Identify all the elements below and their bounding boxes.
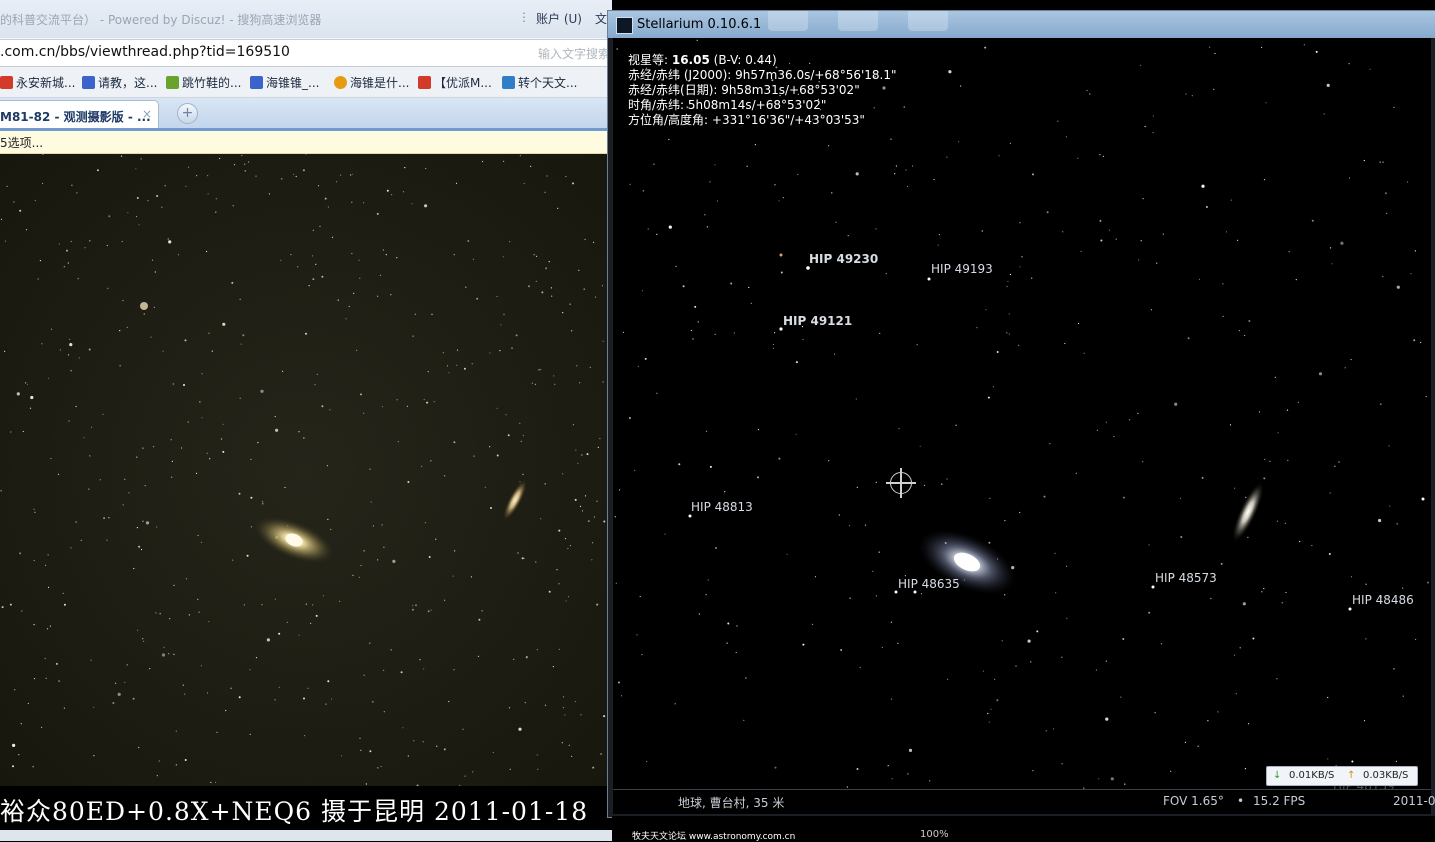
menu-grip-icon: ⋮ xyxy=(518,10,530,24)
account-menu[interactable]: 账户 (U) xyxy=(536,10,582,27)
network-speed-widget: ↓ 0.01KB/S ↑ 0.03KB/S xyxy=(1266,766,1418,786)
star-label[interactable]: HIP 49193 xyxy=(931,262,993,276)
fps-text: 15.2 FPS xyxy=(1253,794,1306,808)
close-icon[interactable]: × xyxy=(142,107,152,121)
favorite-item[interactable]: 永安新城... xyxy=(0,74,75,91)
upload-arrow-icon: ↑ xyxy=(1347,770,1356,781)
titlebar-reflection xyxy=(908,11,948,31)
favorite-icon xyxy=(82,76,95,89)
favorite-item[interactable]: 转个天文... xyxy=(502,74,577,91)
star-label[interactable]: HIP 48813 xyxy=(691,500,753,514)
favorite-icon xyxy=(502,76,515,89)
info-radec-date: 赤经/赤纬(日期): 9h58m31s/+68°53'02" xyxy=(628,83,860,97)
date-text: 2011-0 xyxy=(1393,794,1435,808)
address-bar[interactable]: .com.cn/bbs/viewthread.php?tid=169510 输入… xyxy=(0,39,612,67)
favorite-icon xyxy=(418,76,431,89)
info-radec-j2000: 赤经/赤纬 (J2000): 9h57m36.0s/+68°56'18.1" xyxy=(628,68,897,82)
file-menu[interactable]: 文 xyxy=(595,10,607,27)
star-label[interactable]: HIP 48635 xyxy=(898,577,960,591)
crosshair-reticle-icon xyxy=(886,468,916,498)
info-magnitude: 视星等: 16.05 (B-V: 0.44) xyxy=(628,53,777,67)
sky-view[interactable]: 视星等: 16.05 (B-V: 0.44) 赤经/赤纬 (J2000): 9h… xyxy=(613,38,1431,789)
window-title: Stellarium 0.10.6.1 xyxy=(637,17,762,32)
object-info-panel: 视星等: 16.05 (B-V: 0.44) 赤经/赤纬 (J2000): 9h… xyxy=(628,53,897,128)
notification-bar[interactable]: 5选项... xyxy=(0,131,612,154)
watermark-site: 牧夫天文论坛 www.astronomy.com.cn xyxy=(632,832,796,842)
search-input[interactable]: 输入文字搜索 xyxy=(538,45,610,62)
stellarium-titlebar[interactable]: Stellarium 0.10.6.1 xyxy=(608,11,1435,38)
titlebar-reflection xyxy=(838,11,878,31)
info-hour-angle: 时角/赤纬: 5h08m14s/+68°53'02" xyxy=(628,98,827,112)
fov-text: FOV 1.65° xyxy=(1163,794,1224,808)
star-label[interactable]: HIP 48573 xyxy=(1155,571,1217,585)
favorite-item[interactable]: 海锥锥_... xyxy=(250,74,319,91)
browser-window: 的科普交流平台） - Powered by Discuz! - 搜狗高速浏览器 … xyxy=(0,0,612,841)
favorite-item[interactable]: 【优派M... xyxy=(418,74,492,91)
new-tab-button[interactable]: + xyxy=(177,103,198,124)
browser-titlebar: 的科普交流平台） - Powered by Discuz! - 搜狗高速浏览器 … xyxy=(0,0,612,38)
separator-dot: • xyxy=(1237,794,1245,808)
download-arrow-icon: ↓ xyxy=(1273,770,1282,781)
star-label[interactable]: HIP 49121 xyxy=(783,314,852,328)
notification-text[interactable]: 5选项... xyxy=(0,134,43,151)
favorite-icon xyxy=(250,76,263,89)
upload-speed: 0.03KB/S xyxy=(1363,770,1409,781)
favorite-item[interactable]: 跳竹鞋的... xyxy=(166,74,241,91)
tab-strip: M81-82 - 观测摄影版 - ... × + xyxy=(0,98,612,129)
location-text: 地球, 曹台村, 35 米 xyxy=(678,796,785,810)
favorite-item[interactable]: 请教，这... xyxy=(82,74,157,91)
titlebar-reflection xyxy=(768,11,808,31)
favorite-item[interactable]: 海锥是什... xyxy=(334,74,409,91)
favorite-icon xyxy=(334,76,347,89)
browser-statusbar xyxy=(0,830,612,841)
photo-caption-bar: 裕众80ED+0.8X+NEQ6 摄于昆明 2011-01-18 xyxy=(0,786,612,830)
tab-active[interactable]: M81-82 - 观测摄影版 - ... × xyxy=(0,100,159,129)
favorite-icon xyxy=(166,76,179,89)
zoom-level[interactable]: 100% xyxy=(920,829,949,840)
info-az-alt: 方位角/高度角: +331°16'36"/+43°03'53" xyxy=(628,113,865,127)
stellarium-status-bar: 地球, 曹台村, 35 米 FOV 1.65° • 15.2 FPS 2011-… xyxy=(613,789,1435,814)
stellarium-app-icon xyxy=(616,17,633,34)
star-label[interactable]: HIP 48486 xyxy=(1352,593,1414,607)
favorites-bar: 永安新城... 请教，这... 跳竹鞋的... 海锥锥_... 海锥是什... … xyxy=(0,67,612,98)
tab-label: M81-82 - 观测摄影版 - ... xyxy=(0,110,151,124)
url-text[interactable]: .com.cn/bbs/viewthread.php?tid=169510 xyxy=(0,44,290,60)
stellarium-window: Stellarium 0.10.6.1 视星等: 16.05 (B-V: 0.4… xyxy=(607,10,1435,818)
astrophoto-svg xyxy=(0,154,612,786)
star-label[interactable]: HIP 49230 xyxy=(809,252,878,266)
astrophoto-image xyxy=(0,154,612,786)
favorite-icon xyxy=(0,76,13,89)
sky-svg xyxy=(614,39,1429,789)
photo-caption: 裕众80ED+0.8X+NEQ6 摄于昆明 2011-01-18 xyxy=(0,797,589,826)
download-speed: 0.01KB/S xyxy=(1289,770,1335,781)
browser-title: 的科普交流平台） - Powered by Discuz! - 搜狗高速浏览器 xyxy=(0,13,322,27)
